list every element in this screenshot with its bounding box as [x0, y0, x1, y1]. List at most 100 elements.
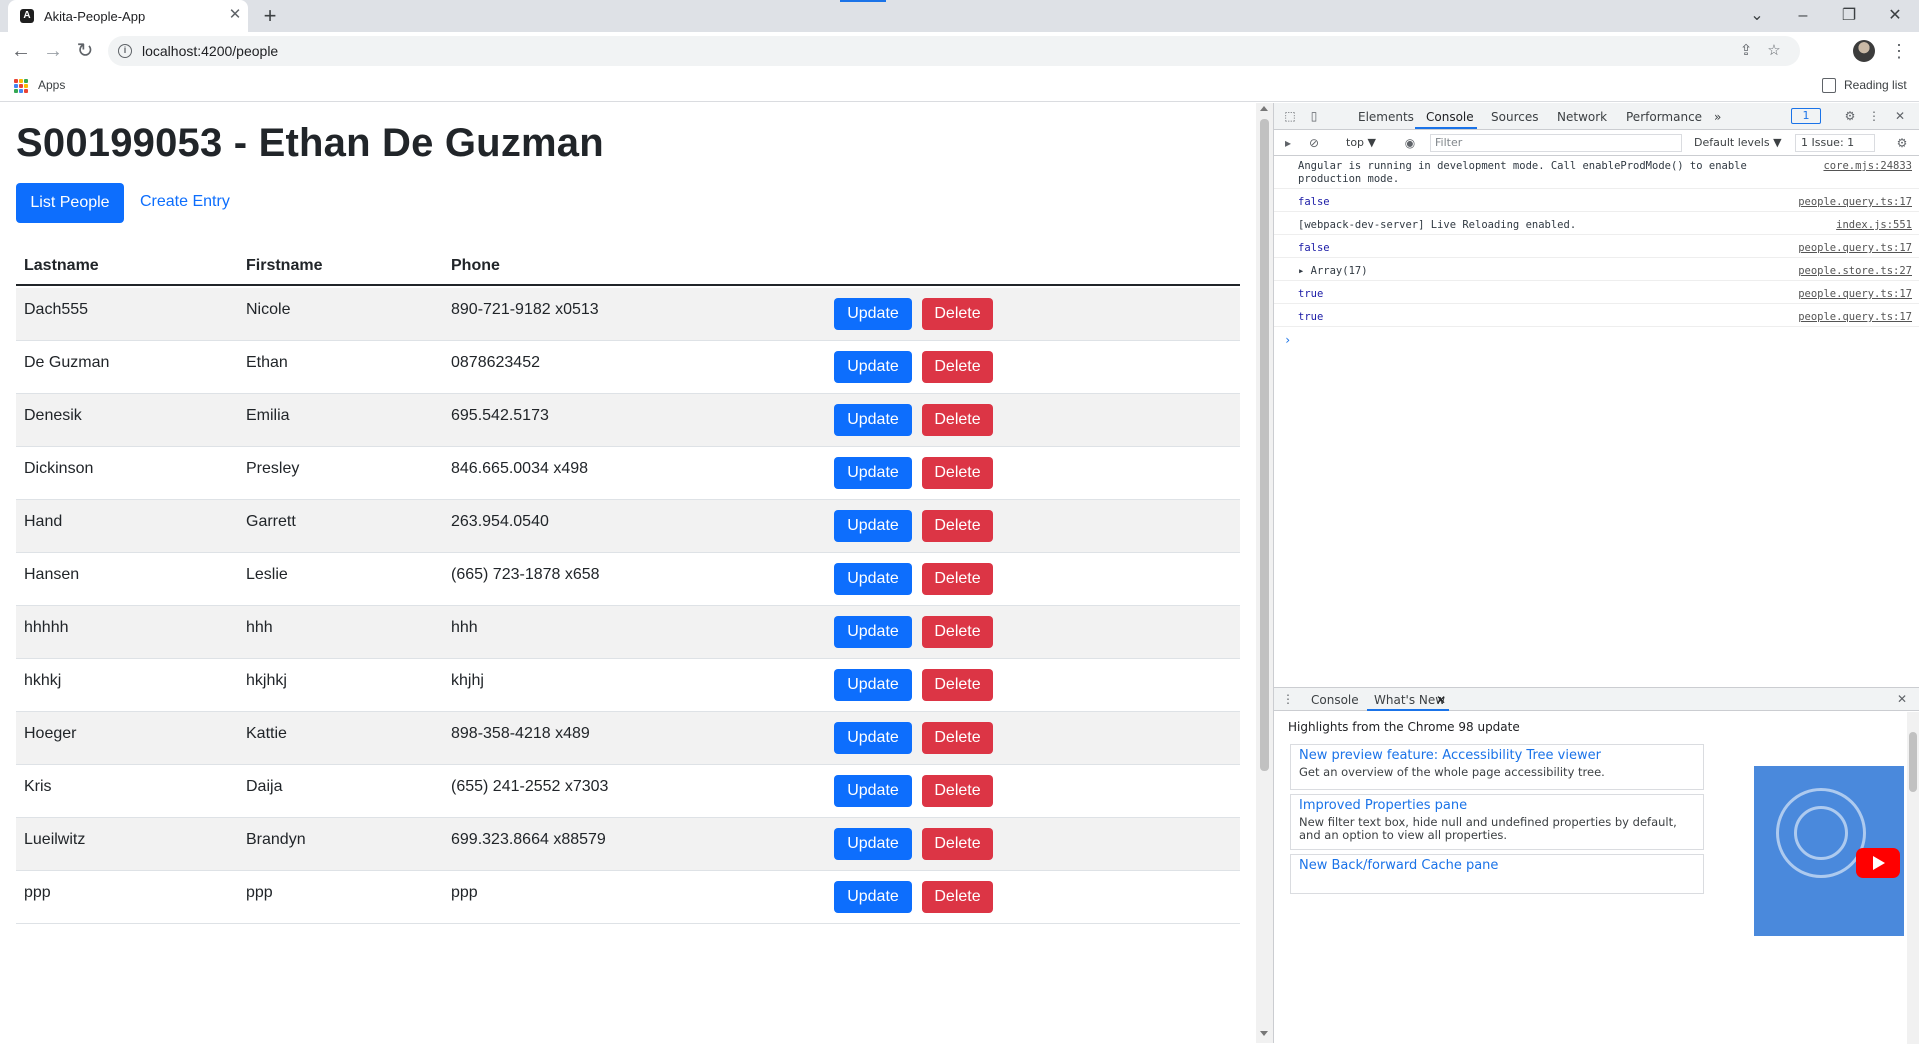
live-expression-eye-icon[interactable]: ◉ — [1402, 135, 1418, 151]
delete-button[interactable]: Delete — [922, 722, 993, 754]
apps-grid-icon[interactable] — [14, 79, 28, 93]
console-source-link[interactable]: index.js:551 — [1836, 219, 1912, 231]
apps-bookmark[interactable]: Apps — [38, 78, 65, 92]
devtools-tab-network[interactable]: Network — [1557, 110, 1607, 124]
youtube-play-icon[interactable] — [1856, 848, 1900, 878]
browser-menu-icon[interactable]: ⋮ — [1890, 39, 1908, 63]
update-button[interactable]: Update — [834, 881, 912, 913]
console-source-link[interactable]: people.query.ts:17 — [1798, 311, 1912, 323]
console-prompt-icon[interactable]: › — [1284, 333, 1291, 347]
update-button[interactable]: Update — [834, 828, 912, 860]
profile-avatar[interactable] — [1853, 40, 1875, 62]
scroll-up-icon[interactable] — [1260, 106, 1268, 111]
inspect-element-icon[interactable]: ⬚ — [1282, 108, 1298, 124]
restore-button[interactable]: ❐ — [1834, 4, 1864, 28]
delete-button[interactable]: Delete — [922, 404, 993, 436]
reading-list-icon[interactable] — [1822, 78, 1836, 93]
active-tab-indicator — [1415, 127, 1477, 129]
devtools-close-icon[interactable]: ✕ — [1892, 108, 1908, 124]
reload-icon[interactable]: ↻ — [73, 39, 97, 63]
page-scroll-thumb[interactable] — [1260, 119, 1269, 771]
url-text[interactable]: localhost:4200/people — [142, 43, 278, 59]
issues-badge[interactable]: 1 — [1791, 108, 1821, 124]
update-button[interactable]: Update — [834, 351, 912, 383]
cell-firstname: Emilia — [246, 407, 290, 424]
drawer-scroll-thumb[interactable] — [1909, 732, 1917, 792]
update-button[interactable]: Update — [834, 404, 912, 436]
browser-toolbar: ← → ↻ i localhost:4200/people ⇪ ☆ ⋮ — [0, 32, 1919, 70]
log-levels-dropdown[interactable]: Default levels ▼ — [1694, 136, 1782, 149]
devtools-tab-elements[interactable]: Elements — [1358, 110, 1414, 124]
whats-new-video-thumbnail[interactable] — [1754, 766, 1904, 936]
delete-button[interactable]: Delete — [922, 881, 993, 913]
devtools-settings-icon[interactable]: ⚙ — [1842, 108, 1858, 124]
whats-new-card[interactable]: New preview feature: Accessibility Tree … — [1290, 744, 1704, 790]
new-tab-button[interactable]: + — [258, 4, 282, 28]
console-source-link[interactable]: people.query.ts:17 — [1798, 242, 1912, 254]
drawer-close-icon[interactable]: ✕ — [1894, 691, 1910, 707]
minimize-button[interactable]: – — [1788, 4, 1818, 28]
more-tabs-icon[interactable]: » — [1714, 110, 1721, 124]
devtools-tab-performance[interactable]: Performance — [1626, 110, 1702, 124]
update-button[interactable]: Update — [834, 669, 912, 701]
delete-button[interactable]: Delete — [922, 669, 993, 701]
cell-firstname: Nicole — [246, 301, 291, 318]
back-icon[interactable]: ← — [9, 39, 33, 63]
update-button[interactable]: Update — [834, 563, 912, 595]
update-button[interactable]: Update — [834, 775, 912, 807]
reading-list-button[interactable]: Reading list — [1844, 78, 1907, 92]
update-button[interactable]: Update — [834, 457, 912, 489]
delete-button[interactable]: Delete — [922, 457, 993, 489]
console-source-link[interactable]: people.store.ts:27 — [1798, 265, 1912, 277]
console-settings-icon[interactable]: ⚙ — [1894, 135, 1910, 151]
site-info-icon[interactable]: i — [118, 44, 132, 58]
devtools-tab-console[interactable]: Console — [1426, 110, 1474, 124]
loading-indicator — [840, 0, 886, 2]
scroll-down-icon[interactable] — [1260, 1031, 1268, 1036]
sidebar-toggle-icon[interactable]: ▸ — [1280, 135, 1296, 151]
drawer-tab-console[interactable]: Console — [1311, 693, 1359, 707]
share-icon[interactable]: ⇪ — [1736, 41, 1756, 61]
update-button[interactable]: Update — [834, 616, 912, 648]
whats-new-card-title[interactable]: New Back/forward Cache pane — [1299, 858, 1695, 874]
update-button[interactable]: Update — [834, 722, 912, 754]
devtools-menu-icon[interactable]: ⋮ — [1866, 108, 1882, 124]
update-button[interactable]: Update — [834, 298, 912, 330]
tab-search-icon[interactable]: ⌄ — [1742, 4, 1772, 28]
close-whats-new-icon[interactable]: ✕ — [1436, 693, 1446, 707]
whats-new-card-title[interactable]: New preview feature: Accessibility Tree … — [1299, 748, 1695, 764]
delete-button[interactable]: Delete — [922, 828, 993, 860]
clear-console-icon[interactable]: ⊘ — [1306, 135, 1322, 151]
window-close-button[interactable]: ✕ — [1880, 4, 1910, 28]
whats-new-card[interactable]: New Back/forward Cache pane — [1290, 854, 1704, 894]
devtools-tab-sources[interactable]: Sources — [1491, 110, 1538, 124]
address-bar[interactable]: i localhost:4200/people ⇪ ☆ — [108, 36, 1800, 66]
drawer-scrollbar[interactable] — [1907, 712, 1919, 1044]
page-scrollbar[interactable] — [1256, 103, 1273, 1043]
console-source-link[interactable]: core.mjs:24833 — [1823, 160, 1912, 172]
whats-new-card[interactable]: Improved Properties pane New filter text… — [1290, 794, 1704, 850]
forward-icon[interactable]: → — [41, 39, 65, 63]
delete-button[interactable]: Delete — [922, 616, 993, 648]
console-filter-input[interactable]: Filter — [1430, 134, 1682, 152]
delete-button[interactable]: Delete — [922, 351, 993, 383]
bookmark-star-icon[interactable]: ☆ — [1764, 41, 1784, 61]
drawer-tab-whats-new[interactable]: What's New — [1374, 693, 1445, 707]
drawer-menu-icon[interactable]: ⋮ — [1280, 691, 1296, 707]
whats-new-card-title[interactable]: Improved Properties pane — [1299, 798, 1695, 814]
console-message-text[interactable]: ▸ Array(17) — [1298, 265, 1768, 278]
issues-button[interactable]: 1 Issue: 1 — [1795, 134, 1875, 152]
create-entry-link[interactable]: Create Entry — [140, 193, 230, 211]
update-button[interactable]: Update — [834, 510, 912, 542]
device-toolbar-icon[interactable]: ▯ — [1306, 108, 1322, 124]
tab-close-icon[interactable]: ✕ — [226, 6, 244, 24]
delete-button[interactable]: Delete — [922, 563, 993, 595]
console-source-link[interactable]: people.query.ts:17 — [1798, 196, 1912, 208]
context-selector[interactable]: top ▼ — [1346, 136, 1376, 149]
browser-tab[interactable]: A Akita-People-App ✕ — [8, 0, 248, 32]
console-source-link[interactable]: people.query.ts:17 — [1798, 288, 1912, 300]
delete-button[interactable]: Delete — [922, 775, 993, 807]
delete-button[interactable]: Delete — [922, 298, 993, 330]
list-people-button[interactable]: List People — [16, 183, 124, 223]
delete-button[interactable]: Delete — [922, 510, 993, 542]
